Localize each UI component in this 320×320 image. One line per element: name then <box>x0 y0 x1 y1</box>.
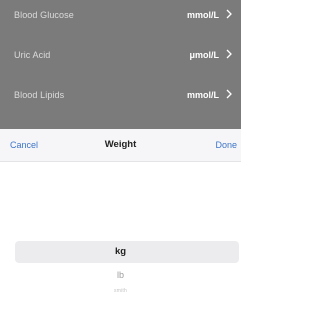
row-label: Uric Acid <box>14 50 51 60</box>
chevron-right-icon <box>226 9 232 19</box>
row-label: Blood Lipids <box>14 90 65 100</box>
picker-toolbar: Cancel Weight Done <box>0 129 241 162</box>
row-unit-value: mmol/L <box>186 90 219 100</box>
list-row-blood-glucose[interactable]: Blood Glucose mmol/L <box>0 4 241 26</box>
picker-option-kg[interactable]: kg <box>0 246 241 257</box>
done-button[interactable]: Done <box>215 140 237 150</box>
screen: Blood Glucose mmol/L Uric Acid μmol/L Bl… <box>0 0 241 320</box>
list-row-uric-acid[interactable]: Uric Acid μmol/L <box>0 44 241 66</box>
row-label: Blood Glucose <box>14 10 74 20</box>
picker-option-smith[interactable]: smith <box>0 288 241 294</box>
row-unit-value: μmol/L <box>189 50 219 60</box>
dimmed-unit-list[interactable]: Blood Glucose mmol/L Uric Acid μmol/L Bl… <box>0 0 241 129</box>
row-unit-value: mmol/L <box>186 10 219 20</box>
picker-option-lb[interactable]: lb <box>0 270 241 280</box>
list-row-blood-lipids[interactable]: Blood Lipids mmol/L <box>0 84 241 106</box>
chevron-right-icon <box>226 49 232 59</box>
chevron-right-icon <box>226 89 232 99</box>
unit-picker-wheel[interactable]: kg lb smith <box>0 162 241 320</box>
picker-title: Weight <box>104 139 137 150</box>
unit-picker-sheet: Cancel Weight Done kg lb smith <box>0 129 241 320</box>
